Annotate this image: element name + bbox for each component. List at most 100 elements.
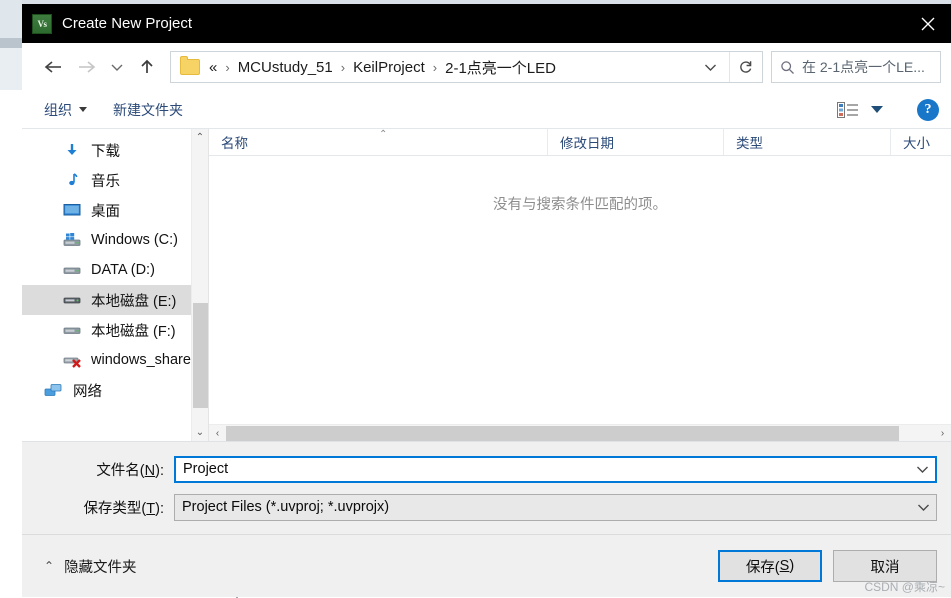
filename-label-post: ): — [155, 462, 164, 479]
hide-folders-toggle[interactable]: ⌃ 隐藏文件夹 — [44, 556, 137, 577]
filename-input[interactable]: Project — [174, 455, 937, 483]
column-header-name[interactable]: 名称 ⌃ — [209, 129, 548, 155]
breadcrumb-chevron-down-icon[interactable] — [694, 63, 729, 72]
download-arrow-icon — [62, 142, 82, 158]
breadcrumb-separator: › — [340, 59, 346, 75]
filetype-chevron-down-icon[interactable] — [910, 503, 936, 512]
sidebar-item-downloads[interactable]: 下载 — [22, 135, 208, 165]
sidebar-item-network[interactable]: 网络 — [22, 375, 208, 405]
create-new-project-dialog: Vs Create New Project « › MCUstudy_51 › … — [22, 4, 951, 597]
background-band-mid — [0, 48, 22, 90]
search-input-placeholder: 在 2-1点亮一个LE... — [802, 59, 925, 75]
folder-icon — [180, 56, 200, 75]
sidebar-item-label: DATA (D:) — [91, 262, 155, 278]
breadcrumb-item-1[interactable]: KeilProject — [352, 59, 426, 76]
sidebar-item-label: Windows (C:) — [91, 232, 179, 248]
drive-icon — [62, 292, 82, 308]
organize-button[interactable]: 组织 — [44, 100, 87, 120]
column-header-date-modified[interactable]: 修改日期 — [548, 129, 724, 155]
command-toolbar: 组织 新建文件夹 ? — [22, 91, 951, 129]
save-label-key: S — [779, 558, 790, 574]
drive-icon — [62, 322, 82, 338]
file-form: 文件名(N): Project 保存类型(T): Project Files (… — [22, 442, 951, 534]
filename-label: 文件名(N): — [22, 459, 174, 480]
refresh-icon[interactable] — [730, 59, 762, 75]
sidebar-item-windows-c[interactable]: Windows (C:) — [22, 225, 208, 255]
sidebar-item-label: 本地磁盘 (F:) — [91, 323, 176, 340]
empty-list-message: 没有与搜索条件匹配的项。 — [493, 197, 667, 213]
breadcrumb-separator: › — [225, 59, 230, 75]
new-folder-label: 新建文件夹 — [113, 101, 183, 118]
background-band-body — [0, 90, 22, 598]
scrollbar-thumb[interactable] — [193, 303, 208, 408]
sidebar-item-desktop[interactable]: 桌面 — [22, 195, 208, 225]
filename-value: Project — [183, 461, 229, 477]
column-headers: 名称 ⌃ 修改日期 类型 大小 — [209, 129, 951, 156]
save-button[interactable]: 保存(S) — [718, 550, 822, 582]
new-folder-button[interactable]: 新建文件夹 — [113, 100, 183, 120]
background-window-strip — [0, 0, 22, 598]
sidebar-item-label: 音乐 — [91, 173, 120, 190]
background-band-top — [0, 0, 22, 38]
filetype-select[interactable]: Project Files (*.uvproj; *.uvprojx) — [174, 493, 937, 521]
file-list-pane: 名称 ⌃ 修改日期 类型 大小 没有与搜索条件匹配的项。 ‹ › — [208, 129, 951, 441]
background-band-accent — [0, 38, 22, 48]
dialog-footer: ⌃ 隐藏文件夹 保存(S) 取消 CSDN @乘凉~ — [22, 535, 951, 597]
organize-label: 组织 — [44, 101, 72, 118]
breadcrumb-item-0[interactable]: MCUstudy_51 — [237, 59, 334, 76]
save-label-post: ) — [789, 558, 795, 574]
list-view-icon[interactable] — [837, 101, 883, 118]
close-icon[interactable] — [904, 4, 951, 43]
scroll-left-icon[interactable]: ‹ — [209, 428, 226, 439]
column-label: 名称 — [221, 136, 248, 151]
column-header-size[interactable]: 大小 — [891, 129, 951, 155]
scroll-right-icon[interactable]: › — [934, 428, 951, 439]
sidebar-item-label: 下载 — [91, 143, 120, 160]
sidebar-item-data-d[interactable]: DATA (D:) — [22, 255, 208, 285]
scroll-up-icon[interactable]: ⌃ — [192, 129, 208, 146]
network-icon — [44, 382, 64, 398]
filename-label-pre: 文件名( — [96, 462, 145, 479]
navigation-bar: « › MCUstudy_51 › KeilProject › 2-1点亮一个L… — [22, 43, 951, 91]
scrollbar-thumb[interactable] — [226, 425, 899, 441]
scroll-down-icon[interactable]: ⌄ — [192, 424, 208, 441]
filetype-label-key: T — [146, 500, 156, 517]
sidebar-vertical-scrollbar[interactable]: ⌃ ⌄ — [191, 129, 208, 441]
sidebar-item-local-disk-f[interactable]: 本地磁盘 (F:) — [22, 315, 208, 345]
sidebar-item-label: windows_share — [91, 352, 191, 368]
search-icon — [772, 60, 802, 75]
column-header-type[interactable]: 类型 — [724, 129, 891, 155]
sidebar-item-music[interactable]: 音乐 — [22, 165, 208, 195]
filename-chevron-down-icon[interactable] — [909, 465, 935, 474]
windows-drive-icon — [62, 232, 82, 248]
disconnected-network-drive-icon — [62, 352, 82, 368]
hide-folders-label: 隐藏文件夹 — [64, 559, 137, 576]
column-label: 类型 — [736, 136, 763, 151]
breadcrumb-item-2[interactable]: 2-1点亮一个LED — [444, 57, 557, 78]
column-label: 大小 — [903, 136, 930, 151]
up-one-level-icon[interactable] — [130, 50, 164, 84]
caret-down-icon — [79, 107, 87, 112]
screen: Vs Create New Project « › MCUstudy_51 › … — [0, 0, 951, 598]
app-icon: Vs — [32, 13, 52, 34]
navigation-pane: 下载 音乐 桌面 Windows (C:) DATA (D:) 本地磁盘 (E:… — [22, 129, 208, 441]
view-chevron-down-icon[interactable] — [871, 106, 883, 113]
sidebar-item-local-disk-e[interactable]: 本地磁盘 (E:) — [22, 285, 208, 315]
search-box[interactable]: 在 2-1点亮一个LE... — [771, 51, 941, 83]
file-list-horizontal-scrollbar[interactable]: ‹ › — [209, 424, 951, 441]
filename-row: 文件名(N): Project — [22, 454, 951, 484]
forward-icon[interactable] — [70, 50, 104, 84]
filetype-label: 保存类型(T): — [22, 497, 174, 518]
sidebar-item-label: 网络 — [73, 383, 102, 400]
breadcrumb[interactable]: « › MCUstudy_51 › KeilProject › 2-1点亮一个L… — [170, 51, 763, 83]
window-title: Create New Project — [62, 15, 193, 32]
breadcrumb-separator: › — [432, 59, 438, 75]
help-button[interactable]: ? — [917, 98, 939, 121]
sidebar-item-label: 本地磁盘 (E:) — [91, 293, 177, 310]
watermark: CSDN @乘凉~ — [864, 580, 945, 594]
filetype-label-post: ): — [155, 500, 164, 517]
sidebar-item-windows-share[interactable]: windows_share — [22, 345, 208, 375]
back-icon[interactable] — [36, 50, 70, 84]
filename-label-key: N — [144, 462, 156, 479]
recent-locations-chevron-down-icon[interactable] — [104, 50, 130, 84]
